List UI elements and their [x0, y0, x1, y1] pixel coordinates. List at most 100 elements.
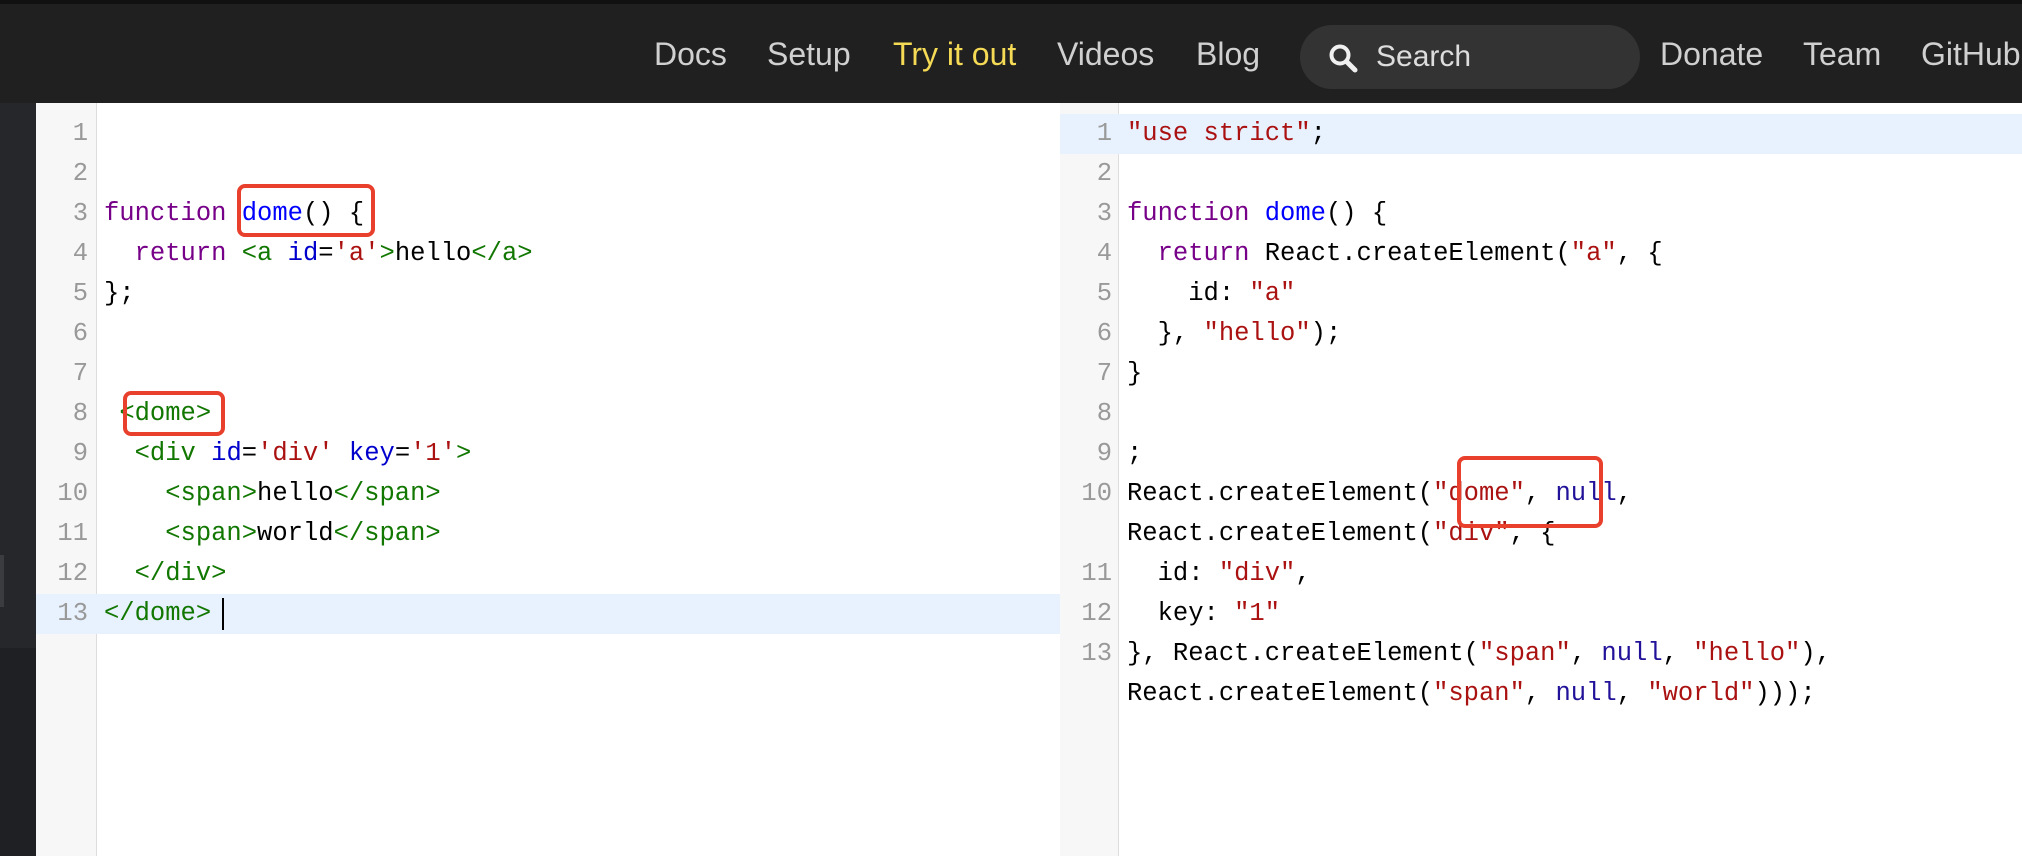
code-token: key: — [1127, 599, 1235, 628]
code-line[interactable]: 13 </dome> — [36, 594, 1060, 634]
nav-videos-link[interactable]: Videos — [1057, 32, 1154, 76]
line-number: 13 — [57, 599, 88, 628]
code-line[interactable]: 11 <span>world</span> — [36, 514, 1060, 554]
code-line[interactable]: React.createElement("span", null, "world… — [1060, 674, 2022, 714]
code-token: ); — [1310, 319, 1342, 348]
code-text: function dome() { — [1127, 194, 1387, 234]
code-token: <span> — [165, 479, 258, 508]
code-token: ; — [1310, 119, 1326, 148]
code-token: "span" — [1478, 639, 1571, 668]
line-number: 9 — [72, 439, 88, 468]
code-line[interactable]: 12 </div> — [36, 554, 1060, 594]
line-number: 7 — [72, 359, 88, 388]
code-line[interactable]: 5 id: "a" — [1060, 274, 2022, 314]
search-box[interactable]: Search — [1300, 25, 1640, 89]
code-line[interactable]: 8 — [1060, 394, 2022, 434]
code-line[interactable]: 3 function dome() { — [1060, 194, 2022, 234]
line-number: 7 — [1096, 359, 1112, 388]
code-token: "a" — [1570, 239, 1617, 268]
code-line[interactable]: 2 — [36, 154, 1060, 194]
search-input-label[interactable]: Search — [1376, 35, 1471, 79]
code-token: return — [1157, 239, 1250, 268]
code-line[interactable]: 11 id: "div", — [1060, 554, 2022, 594]
code-token: }; — [104, 279, 135, 308]
code-line[interactable]: 7 — [36, 354, 1060, 394]
code-line[interactable]: 6 }, "hello"); — [1060, 314, 2022, 354]
nav-blog-link[interactable]: Blog — [1196, 32, 1260, 76]
code-line[interactable]: 10 <span>hello</span> — [36, 474, 1060, 514]
code-line[interactable]: 13}, React.createElement("span", null, "… — [1060, 634, 2022, 674]
code-token: "world" — [1647, 679, 1755, 708]
code-token: ), — [1800, 639, 1831, 668]
annotation-box-dome-string — [1457, 456, 1603, 528]
code-token: , — [1616, 679, 1648, 708]
input-code-editor[interactable]: 1 2 3 function dome() {4 return <a id='a'>h… — [36, 103, 1060, 856]
code-token: return — [134, 239, 227, 268]
code-token: = — [318, 239, 334, 268]
code-line[interactable]: 12 key: "1" — [1060, 594, 2022, 634]
code-token: "hello" — [1203, 319, 1311, 348]
line-number: 8 — [72, 399, 88, 428]
line-number: 2 — [1096, 159, 1112, 188]
code-token: = — [394, 439, 411, 468]
line-number: 12 — [57, 559, 88, 588]
code-token: , — [1524, 679, 1556, 708]
annotation-box-dome-tag — [123, 391, 225, 436]
code-line[interactable]: 2 — [1060, 154, 2022, 194]
nav-github-link[interactable]: GitHub — [1921, 32, 2021, 76]
line-number: 11 — [1081, 559, 1112, 588]
code-token: </span> — [333, 519, 441, 548]
line-number: 6 — [72, 319, 88, 348]
code-token: 'div' — [257, 439, 334, 468]
code-token: , — [1295, 559, 1311, 588]
nav-setup-link[interactable]: Setup — [767, 32, 851, 76]
code-text: id: "div", — [1127, 554, 1311, 594]
left-sidebar-strip — [0, 103, 36, 856]
code-token: dome — [1264, 199, 1326, 228]
line-number: 2 — [72, 159, 88, 188]
search-icon — [1329, 44, 1358, 73]
code-line[interactable]: 9 <div id='div' key='1'> — [36, 434, 1060, 474]
code-token: "span" — [1433, 679, 1525, 708]
text-cursor — [222, 598, 224, 630]
nav-team-link[interactable]: Team — [1803, 32, 1881, 76]
code-line[interactable]: 1 — [36, 114, 1060, 154]
line-number: 5 — [1096, 279, 1112, 308]
line-number: 10 — [57, 479, 88, 508]
code-line[interactable]: 6 — [36, 314, 1060, 354]
code-text: key: "1" — [1127, 594, 1280, 634]
code-text: }, React.createElement("span", null, "he… — [1127, 634, 1831, 674]
code-token: > — [379, 239, 395, 268]
code-token: </a> — [471, 239, 533, 268]
code-line[interactable]: 5}; — [36, 274, 1060, 314]
code-token: key — [348, 439, 395, 468]
code-line[interactable]: 7} — [1060, 354, 2022, 394]
code-text: }, "hello"); — [1127, 314, 1342, 354]
code-line[interactable]: 1 "use strict"; — [1060, 114, 2022, 154]
nav-docs-link[interactable]: Docs — [654, 32, 727, 76]
code-token: id: — [1127, 559, 1219, 588]
nav-try-it-out-link[interactable]: Try it out — [893, 32, 1016, 76]
code-text: React.createElement("span", null, "world… — [1127, 674, 1816, 714]
top-navbar: Docs Setup Try it out Videos Blog Search… — [0, 0, 2022, 103]
sidebar-lower-panel — [0, 648, 36, 856]
line-number: 1 — [72, 119, 88, 148]
code-text: }; — [104, 274, 135, 314]
code-token: , — [1662, 639, 1694, 668]
code-text: return <a id='a'>hello</a> — [104, 234, 533, 274]
code-token: React.createElement( — [1127, 679, 1434, 708]
code-token: React.createElement( — [1127, 479, 1434, 508]
code-token: hello — [394, 239, 472, 268]
code-text: "use strict"; — [1127, 114, 1326, 154]
code-line[interactable]: 3 function dome() { — [36, 194, 1060, 234]
code-line[interactable]: 4 return React.createElement("a", { — [1060, 234, 2022, 274]
nav-donate-link[interactable]: Donate — [1660, 32, 1763, 76]
code-line[interactable]: 4 return <a id='a'>hello</a> — [36, 234, 1060, 274]
code-token: = — [241, 439, 258, 468]
